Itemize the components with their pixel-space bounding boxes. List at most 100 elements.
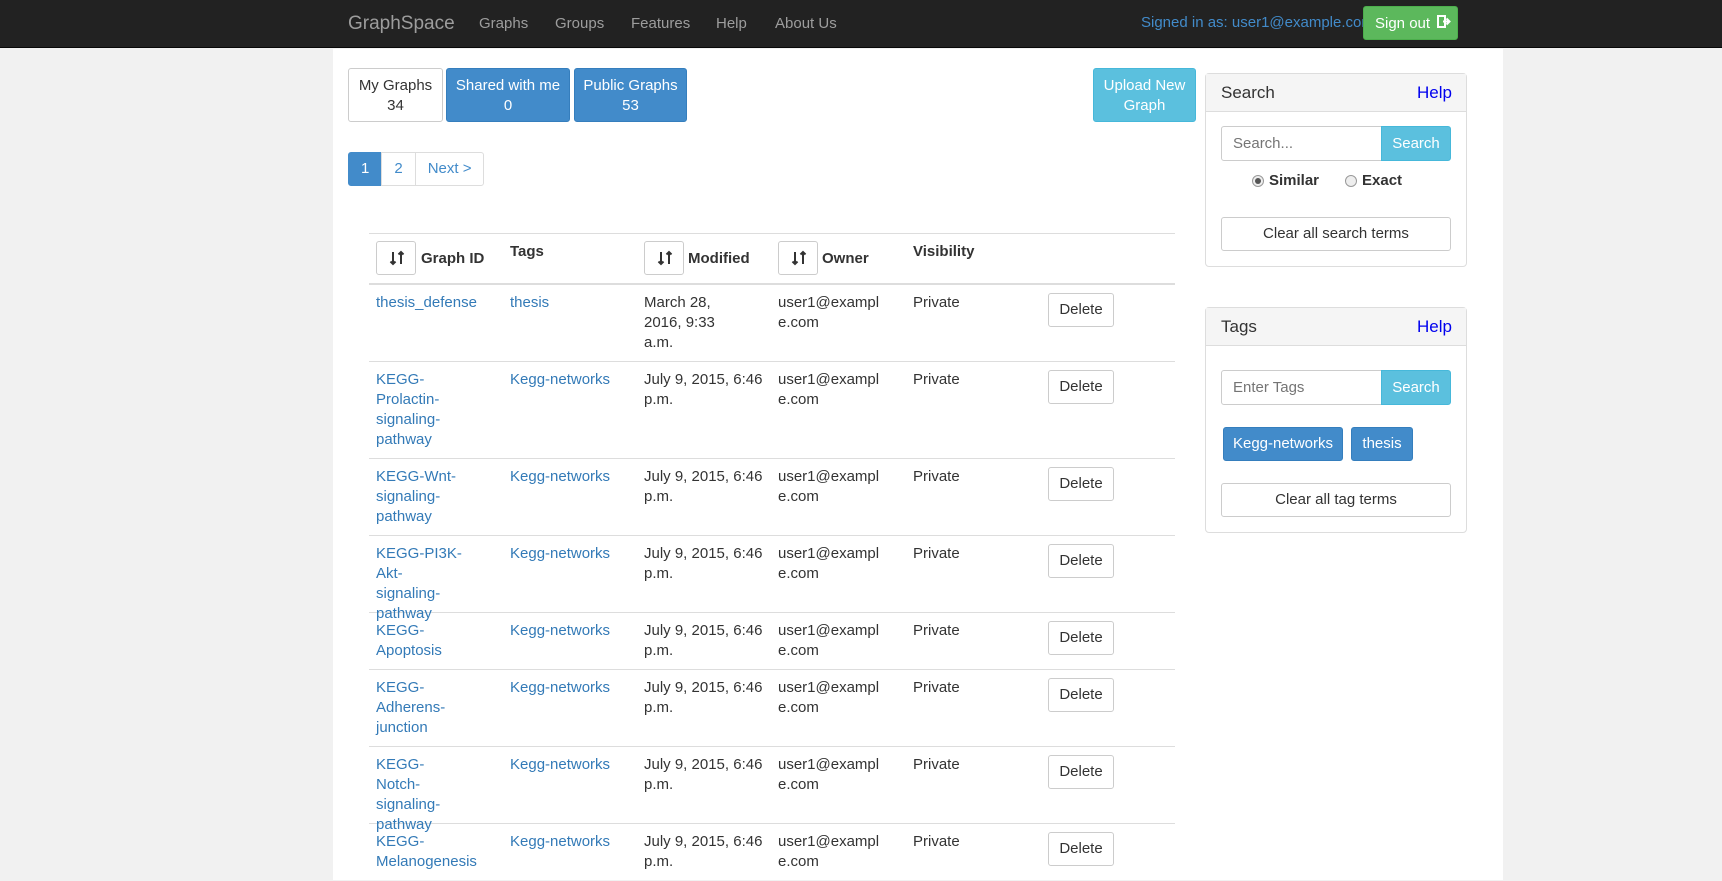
delete-button[interactable]: Delete bbox=[1048, 678, 1114, 712]
radio-similar-dot[interactable] bbox=[1252, 174, 1264, 187]
header-graph-id: Graph ID bbox=[421, 250, 485, 267]
page-1-link[interactable]: 1 bbox=[348, 152, 383, 186]
owner-email: user1@example.com bbox=[778, 622, 880, 659]
tab-my-graphs-count: 34 bbox=[387, 97, 404, 114]
visibility-status: Private bbox=[913, 756, 960, 773]
table-row: KEGG-Adherens-junction Kegg-networks Jul… bbox=[369, 670, 1175, 747]
upload-new-graph-button[interactable]: Upload New Graph bbox=[1093, 68, 1196, 122]
tags-input[interactable] bbox=[1221, 370, 1382, 405]
owner-email: user1@example.com bbox=[778, 833, 880, 870]
tab-shared-label: Shared with me bbox=[455, 77, 561, 94]
tags-panel-header: Tags Help bbox=[1206, 308, 1466, 346]
graph-id-link[interactable]: KEGG-PI3K-Akt-signaling-pathway bbox=[376, 544, 466, 624]
next-page-link[interactable]: Next > bbox=[414, 152, 485, 186]
tab-public-label: Public Graphs bbox=[583, 77, 678, 94]
sign-out-icon bbox=[1437, 15, 1452, 32]
page-2-link[interactable]: 2 bbox=[381, 152, 416, 186]
tag-chip-thesis[interactable]: thesis bbox=[1351, 427, 1413, 461]
delete-button[interactable]: Delete bbox=[1048, 467, 1114, 501]
search-panel-title: Search bbox=[1221, 83, 1275, 102]
sort-owner-button[interactable] bbox=[778, 241, 818, 275]
owner-email: user1@example.com bbox=[778, 371, 880, 408]
search-input[interactable] bbox=[1221, 126, 1382, 161]
visibility-status: Private bbox=[913, 833, 960, 850]
tags-help-link[interactable]: Help bbox=[1417, 317, 1452, 337]
visibility-status: Private bbox=[913, 622, 960, 639]
brand-logo-link[interactable]: GraphSpace bbox=[348, 13, 455, 35]
tab-shared-count: 0 bbox=[503, 97, 513, 114]
visibility-status: Private bbox=[913, 468, 960, 485]
nav-graphs[interactable]: Graphs bbox=[479, 15, 528, 32]
nav-groups[interactable]: Groups bbox=[555, 15, 604, 32]
tab-public-count: 53 bbox=[622, 97, 639, 114]
visibility-status: Private bbox=[913, 679, 960, 696]
search-panel-header: Search Help bbox=[1206, 74, 1466, 112]
search-help-link[interactable]: Help bbox=[1417, 83, 1452, 103]
modified-date: July 9, 2015, 6:46 p.m. bbox=[644, 622, 763, 659]
owner-email: user1@example.com bbox=[778, 679, 880, 716]
sort-modified-button[interactable] bbox=[644, 241, 684, 275]
delete-button[interactable]: Delete bbox=[1048, 293, 1114, 327]
graph-id-link[interactable]: KEGG-Prolactin-signaling-pathway bbox=[376, 370, 446, 450]
tag-link[interactable]: Kegg-networks bbox=[510, 544, 630, 564]
clear-search-terms-button[interactable]: Clear all search terms bbox=[1221, 217, 1451, 251]
tab-public-graphs[interactable]: Public Graphs 53 bbox=[574, 68, 687, 122]
pagination: 1 2 Next > bbox=[348, 152, 485, 186]
delete-button[interactable]: Delete bbox=[1048, 755, 1114, 789]
sort-icon bbox=[791, 250, 807, 266]
tag-link[interactable]: Kegg-networks bbox=[510, 755, 630, 775]
visibility-status: Private bbox=[913, 545, 960, 562]
upload-label-line2: Graph bbox=[1123, 97, 1166, 114]
nav-help[interactable]: Help bbox=[716, 15, 747, 32]
tag-link[interactable]: Kegg-networks bbox=[510, 678, 630, 698]
tab-shared-with-me[interactable]: Shared with me 0 bbox=[446, 68, 570, 122]
tags-search-button[interactable]: Search bbox=[1381, 370, 1451, 405]
tag-link[interactable]: thesis bbox=[510, 293, 630, 313]
radio-exact-dot[interactable] bbox=[1345, 174, 1357, 187]
tag-link[interactable]: Kegg-networks bbox=[510, 621, 630, 641]
delete-button[interactable]: Delete bbox=[1048, 621, 1114, 655]
search-button[interactable]: Search bbox=[1381, 126, 1451, 161]
modified-date: July 9, 2015, 6:46 p.m. bbox=[644, 679, 763, 716]
clear-tag-terms-button[interactable]: Clear all tag terms bbox=[1221, 483, 1451, 517]
graph-id-link[interactable]: KEGG-Adherens-junction bbox=[376, 678, 451, 738]
graph-id-link[interactable]: KEGG-Wnt-signaling-pathway bbox=[376, 467, 456, 527]
delete-button[interactable]: Delete bbox=[1048, 370, 1114, 404]
tag-link[interactable]: Kegg-networks bbox=[510, 370, 630, 390]
modified-date: July 9, 2015, 6:46 p.m. bbox=[644, 833, 763, 870]
table-row: thesis_defense thesis March 28, 2016, 9:… bbox=[369, 285, 1175, 362]
tag-link[interactable]: Kegg-networks bbox=[510, 467, 630, 487]
delete-button[interactable]: Delete bbox=[1048, 544, 1114, 578]
header-visibility: Visibility bbox=[913, 243, 975, 260]
table-row: KEGG-Wnt-signaling-pathway Kegg-networks… bbox=[369, 459, 1175, 536]
graph-id-link[interactable]: KEGG-Notch-signaling-pathway bbox=[376, 755, 466, 835]
header-owner: Owner bbox=[822, 250, 869, 267]
signed-in-user-link[interactable]: Signed in as: user1@example.com bbox=[1141, 14, 1374, 31]
modified-date: July 9, 2015, 6:46 p.m. bbox=[644, 468, 763, 505]
table-row: KEGG-Notch-signaling-pathway Kegg-networ… bbox=[369, 747, 1175, 833]
owner-email: user1@example.com bbox=[778, 294, 880, 331]
tags-panel-title: Tags bbox=[1221, 317, 1257, 336]
sort-graph-id-button[interactable] bbox=[376, 241, 416, 275]
sign-out-label: Sign out bbox=[1375, 15, 1431, 32]
modified-date: July 9, 2015, 6:46 p.m. bbox=[644, 371, 763, 408]
nav-about-us[interactable]: About Us bbox=[775, 15, 837, 32]
owner-email: user1@example.com bbox=[778, 545, 880, 582]
tab-my-graphs[interactable]: My Graphs 34 bbox=[348, 68, 443, 122]
tag-chip-kegg-networks[interactable]: Kegg-networks bbox=[1223, 427, 1343, 461]
delete-button[interactable]: Delete bbox=[1048, 832, 1114, 866]
graph-id-link[interactable]: KEGG-Apoptosis bbox=[376, 621, 446, 661]
radio-similar[interactable]: Similar bbox=[1252, 172, 1319, 189]
graph-id-link[interactable]: KEGG-Melanogenesis bbox=[376, 832, 486, 872]
radio-exact[interactable]: Exact bbox=[1345, 172, 1402, 189]
nav-features[interactable]: Features bbox=[631, 15, 690, 32]
header-tags: Tags bbox=[510, 243, 544, 260]
graph-id-link[interactable]: thesis_defense bbox=[376, 293, 494, 313]
radio-similar-label: Similar bbox=[1269, 172, 1320, 189]
modified-date: July 9, 2015, 6:46 p.m. bbox=[644, 545, 763, 582]
table-row: KEGG-PI3K-Akt-signaling-pathway Kegg-net… bbox=[369, 536, 1175, 622]
table-row: KEGG-Apoptosis Kegg-networks July 9, 201… bbox=[369, 613, 1175, 670]
sign-out-button[interactable]: Sign out bbox=[1363, 6, 1458, 40]
visibility-status: Private bbox=[913, 294, 960, 311]
tag-link[interactable]: Kegg-networks bbox=[510, 832, 630, 852]
